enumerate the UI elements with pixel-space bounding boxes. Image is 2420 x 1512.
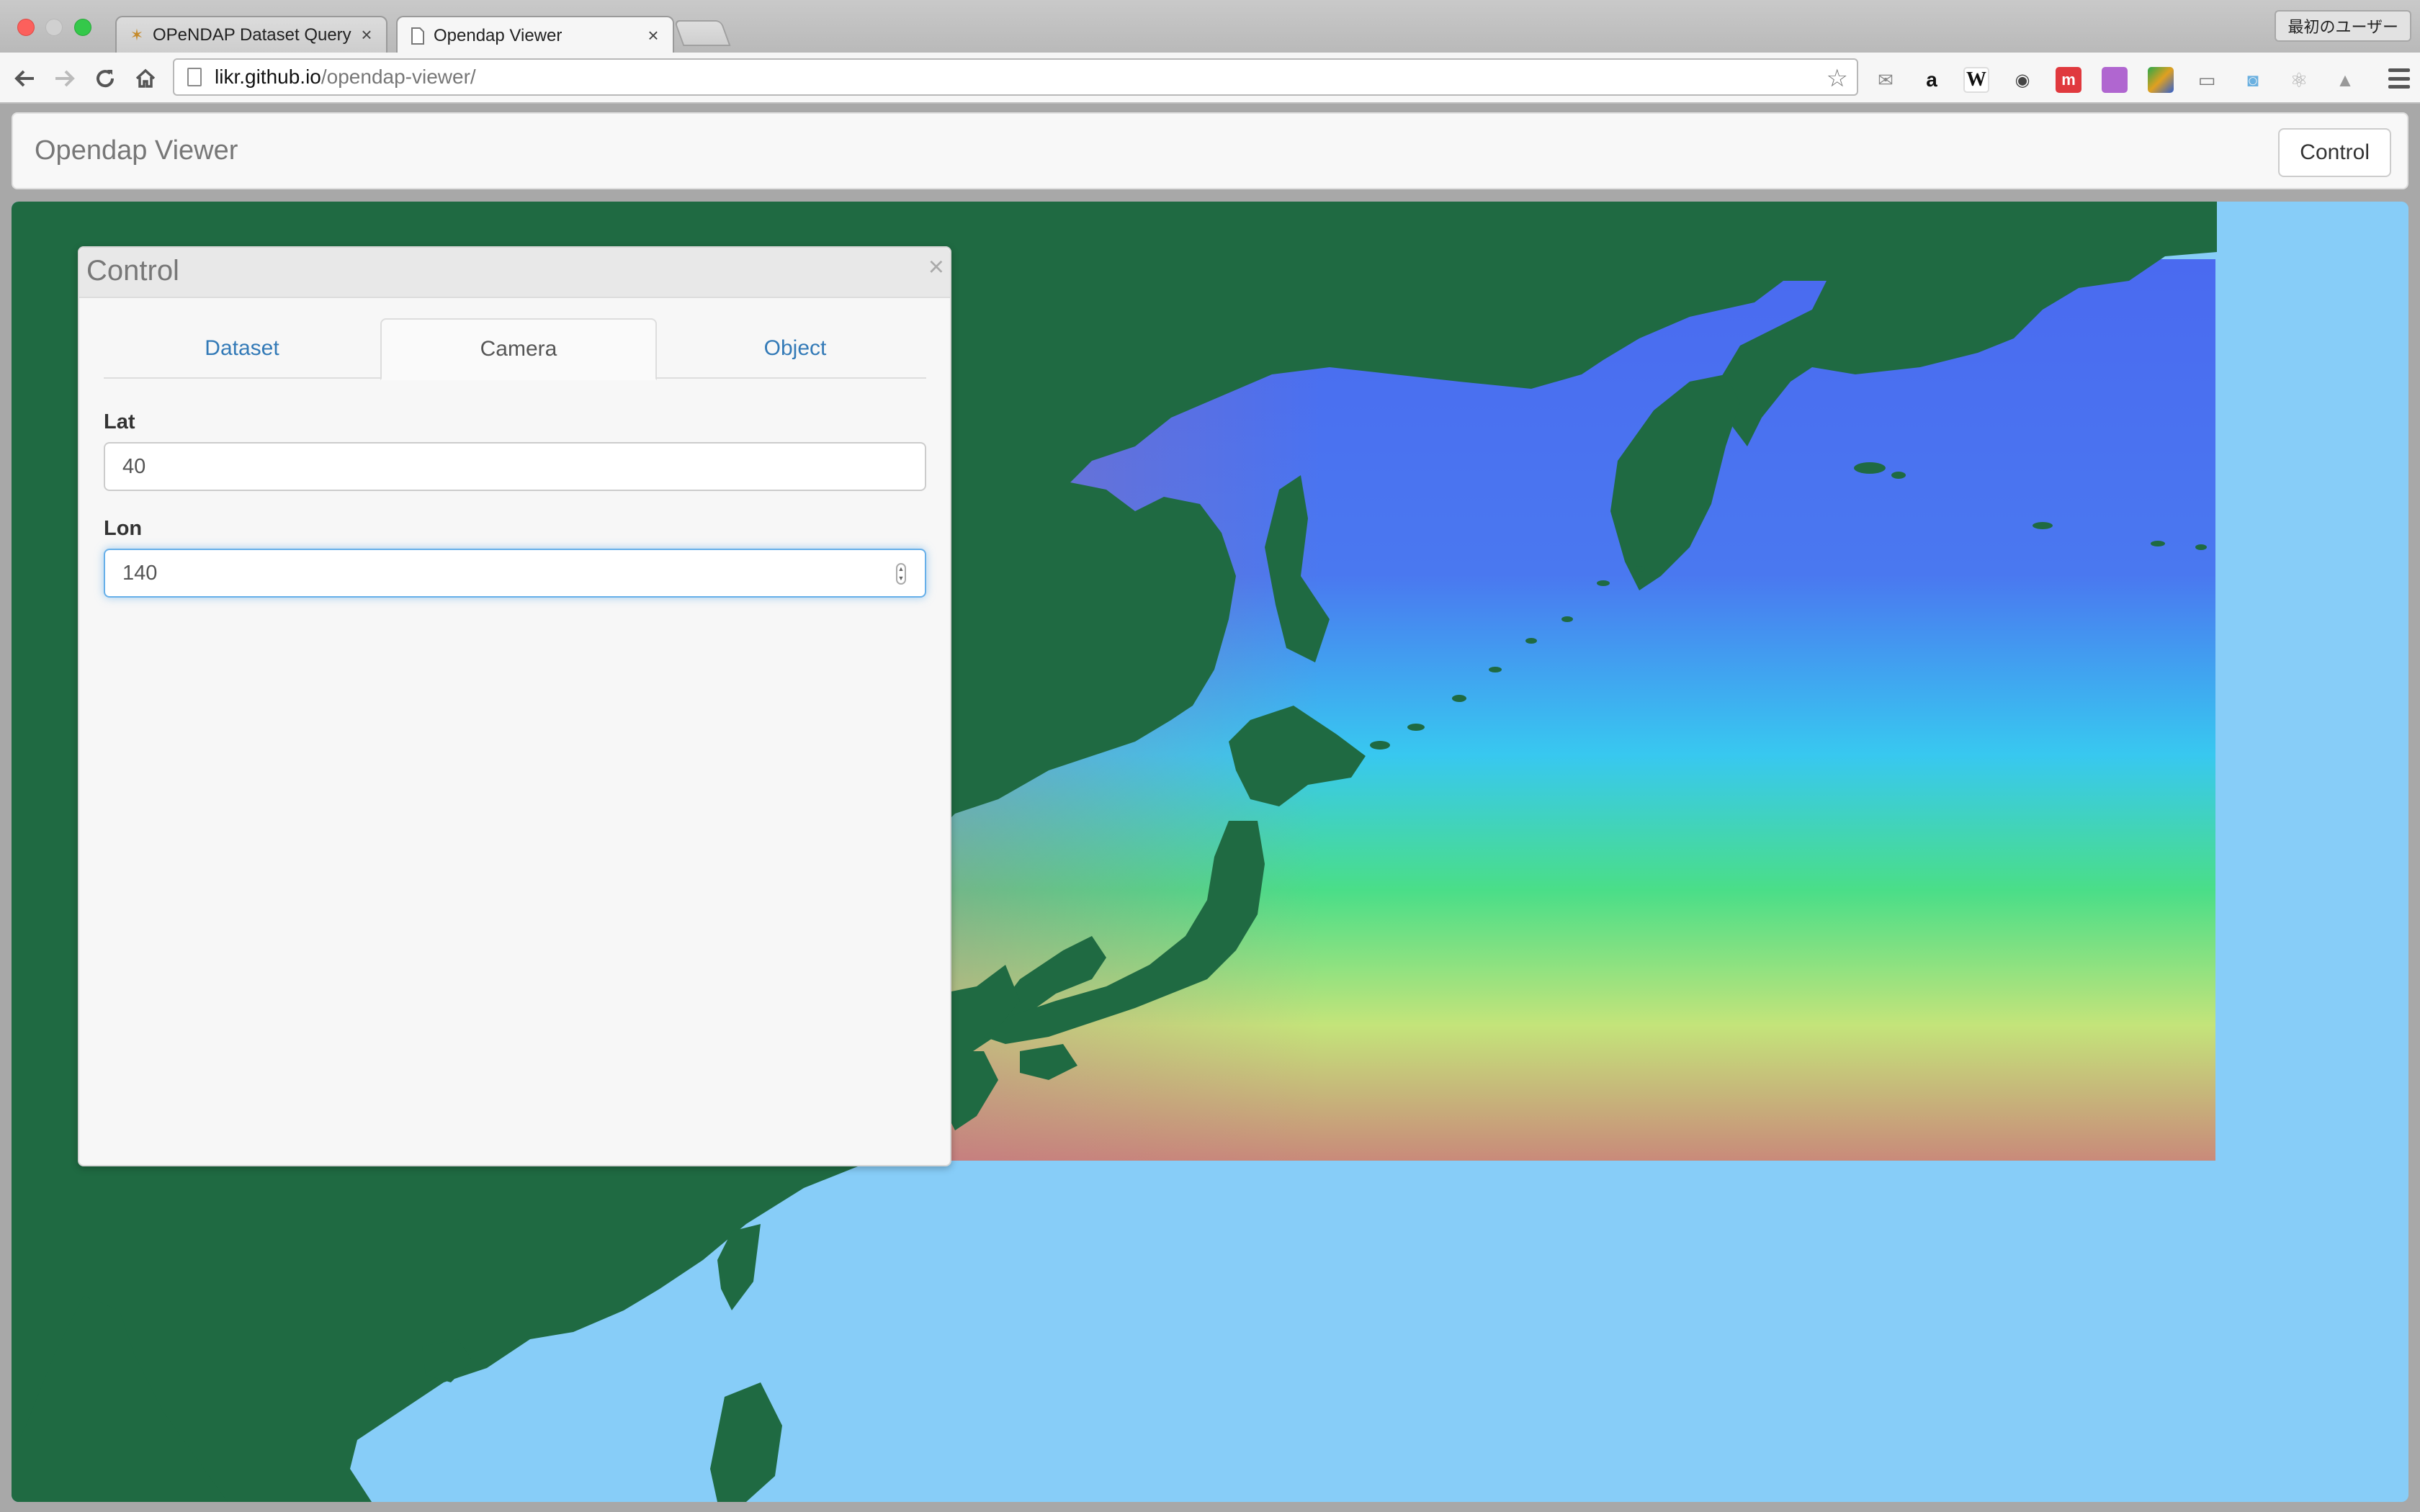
close-icon[interactable]: ×: [928, 252, 944, 283]
lat-value: 40: [122, 454, 146, 478]
camera-icon[interactable]: ◙: [2240, 67, 2266, 93]
amazon-icon[interactable]: a: [1919, 67, 1945, 93]
lon-label: Lon: [104, 517, 143, 540]
lat-label: Lat: [104, 410, 135, 433]
page-icon: [409, 27, 426, 45]
control-panel-header[interactable]: Control ×: [79, 248, 950, 298]
lon-value: 140: [122, 561, 158, 585]
number-spinner-icon[interactable]: ▲ ▼: [896, 563, 906, 585]
page-info-icon[interactable]: [187, 68, 202, 86]
gmail-icon[interactable]: ✉: [1873, 67, 1899, 93]
drive-icon[interactable]: ▲: [2332, 67, 2358, 93]
tab-object[interactable]: Object: [657, 318, 933, 379]
url-path: /opendap-viewer/: [321, 66, 476, 88]
tab-camera[interactable]: Camera: [380, 318, 657, 380]
cast-icon[interactable]: ▭: [2194, 67, 2220, 93]
tab-dataset[interactable]: Dataset: [104, 318, 380, 379]
close-tab-icon[interactable]: ×: [359, 24, 375, 46]
home-icon[interactable]: [131, 64, 160, 93]
lat-input[interactable]: 40: [104, 442, 926, 491]
back-icon[interactable]: [10, 64, 39, 93]
browser-tab-opendap-query[interactable]: ✶ OPeNDAP Dataset Query F ×: [115, 16, 387, 53]
lon-input[interactable]: 140 ▲ ▼: [104, 549, 926, 598]
control-panel: Control × Dataset Camera Object Lat 40 L…: [78, 246, 951, 1166]
meetup-icon[interactable]: m: [2056, 67, 2081, 93]
mask-icon[interactable]: ◉: [2009, 67, 2035, 93]
forward-icon[interactable]: [50, 64, 79, 93]
close-tab-icon[interactable]: ×: [645, 24, 661, 47]
wikipedia-icon[interactable]: W: [1963, 67, 1989, 93]
purple-square-icon[interactable]: [2102, 67, 2128, 93]
minimize-window-button[interactable]: [45, 19, 63, 36]
app-navbar: Opendap Viewer Control: [12, 112, 2408, 189]
address-bar[interactable]: likr.github.io/opendap-viewer/ ☆: [173, 58, 1858, 96]
app-brand[interactable]: Opendap Viewer: [35, 114, 238, 188]
browser-tab-opendap-viewer[interactable]: Opendap Viewer ×: [396, 16, 674, 54]
dev-tools-icon[interactable]: [2148, 67, 2174, 93]
browser-toolbar: likr.github.io/opendap-viewer/ ☆ ✉ a W ◉…: [0, 53, 2420, 104]
maximize-window-button[interactable]: [74, 19, 91, 36]
opendap-favicon-icon: ✶: [130, 25, 144, 44]
menu-icon[interactable]: [2388, 68, 2410, 89]
bookmark-star-icon[interactable]: ☆: [1827, 64, 1848, 93]
page-body: Opendap Viewer Control Control × Dataset…: [0, 105, 2420, 1512]
control-tabs: Dataset Camera Object: [104, 318, 926, 380]
close-window-button[interactable]: [17, 19, 35, 36]
control-toggle-button[interactable]: Control: [2278, 128, 2391, 177]
react-icon[interactable]: ⚛: [2286, 67, 2312, 93]
browser-tab-strip: ✶ OPeNDAP Dataset Query F × Opendap View…: [0, 0, 2420, 54]
reload-icon[interactable]: [91, 64, 120, 93]
url-host: likr.github.io: [215, 66, 321, 88]
tab-title: Opendap Viewer: [434, 25, 563, 45]
profile-button[interactable]: 最初のユーザー: [2275, 10, 2411, 42]
tab-title: OPeNDAP Dataset Query F: [153, 24, 353, 45]
new-tab-button[interactable]: [673, 20, 731, 46]
control-panel-title: Control: [86, 255, 179, 287]
